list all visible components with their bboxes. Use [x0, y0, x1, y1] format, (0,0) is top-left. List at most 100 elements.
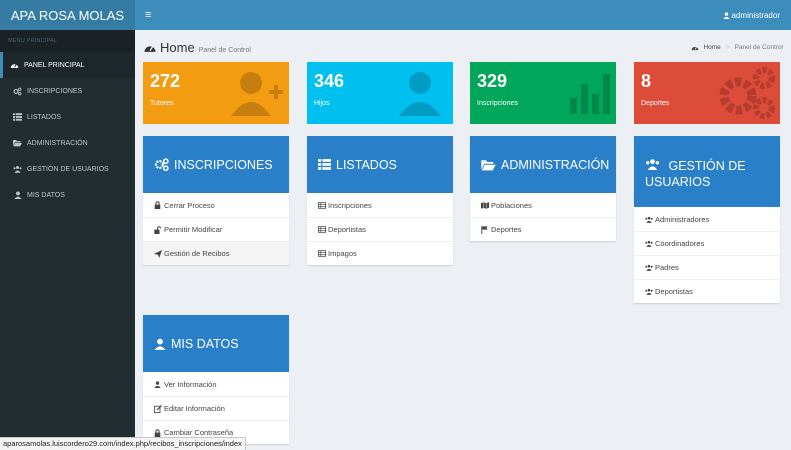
panel-title-line2: USUARIOS: [645, 175, 711, 189]
table-icon: [318, 226, 326, 234]
panel-title: INSCRIPCIONES: [174, 157, 273, 172]
sidebar-item-listados[interactable]: LISTADOS: [0, 104, 135, 130]
panel-gestion-usuarios: GESTIÓN DE USUARIOS Administradores Coor…: [634, 136, 780, 303]
user-icon: [399, 72, 441, 116]
breadcrumb: Home > Panel de Control: [691, 44, 783, 51]
stat-box-hijos[interactable]: 346 Hijos: [307, 62, 453, 124]
menu-item-editar-informacion[interactable]: Editar Información: [143, 396, 289, 420]
user-icon: [13, 191, 22, 200]
sidebar-item-administracion[interactable]: ADMINISTRACIÓN: [0, 130, 135, 156]
panel-header[interactable]: GESTIÓN DE USUARIOS: [634, 136, 780, 207]
menu-item-permitir-modificar[interactable]: Permitir Modificar: [143, 217, 289, 241]
menu-item-cerrar-proceso[interactable]: Cerrar Proceso: [143, 193, 289, 217]
menu-item-deportes[interactable]: Deportes: [470, 217, 616, 241]
panel-list: Inscripciones Deportistas Impagos: [307, 193, 453, 265]
panel-list: Cerrar Proceso Permitir Modificar Gestió…: [143, 193, 289, 265]
flag-icon: [481, 225, 489, 234]
menu-item-listado-impagos[interactable]: Impagos: [307, 241, 453, 265]
menu-item-label: Cambiar Contraseña: [164, 428, 234, 437]
stat-value: 329: [477, 71, 508, 91]
lock-icon: [154, 428, 162, 437]
dashboard-icon: [10, 61, 19, 70]
menu-item-deportistas-usuarios[interactable]: Deportistas: [634, 279, 780, 303]
menu-item-label: Impagos: [328, 249, 357, 258]
panel-header[interactable]: INSCRIPCIONES: [143, 136, 289, 193]
stat-box-deportes[interactable]: 8 Deportes: [634, 62, 780, 124]
panel-list: Ver Información Editar Información Cambi…: [143, 372, 289, 444]
menu-item-listado-deportistas[interactable]: Deportistas: [307, 217, 453, 241]
user-icon: [154, 380, 162, 388]
sidebar-item-label: MIS DATOS: [27, 191, 65, 199]
menu-item-label: Poblaciones: [491, 200, 532, 210]
sidebar-item-inscripciones[interactable]: INSCRIPCIONES: [0, 78, 135, 104]
menu-toggle-icon[interactable]: ≡: [145, 9, 151, 21]
sidebar-item-panel-principal[interactable]: PANEL PRINCIPAL: [0, 52, 135, 78]
menu-item-label: Administradores: [655, 214, 710, 224]
menu-item-label: Permitir Modificar: [164, 225, 223, 234]
user-menu[interactable]: administrador: [722, 11, 780, 20]
sidebar: MENU PRINCIPAL PANEL PRINCIPAL INSCRIPCI…: [0, 30, 135, 450]
panel-mis-datos: MIS DATOS Ver Información Editar Informa…: [143, 315, 289, 444]
panel-header[interactable]: MIS DATOS: [143, 315, 289, 372]
stat-label: Deportes: [641, 100, 670, 107]
app-logo[interactable]: APA ROSA MOLAS: [0, 0, 135, 30]
sidebar-item-label: GESTIÓN DE USUARIOS: [27, 165, 109, 173]
users-icon: [645, 288, 653, 296]
dashboard-icon: [692, 46, 699, 50]
navbar: ≡ administrador: [135, 0, 791, 30]
menu-item-label: Cerrar Proceso: [164, 200, 215, 210]
table-icon: [318, 201, 326, 209]
sidebar-item-label: LISTADOS: [27, 113, 62, 121]
sidebar-item-gestion-usuarios[interactable]: GESTIÓN DE USUARIOS: [0, 156, 135, 182]
user-icon: [154, 338, 166, 350]
stat-value: 8: [641, 71, 652, 91]
send-icon: [154, 249, 162, 258]
users-icon: [645, 158, 660, 170]
menu-item-ver-informacion[interactable]: Ver Información: [143, 372, 289, 396]
stat-label: Tutores: [150, 100, 174, 107]
menu-item-label: Deportistas: [655, 287, 693, 296]
users-icon: [645, 240, 653, 248]
panel-title: LISTADOS: [336, 157, 397, 172]
lock-icon: [154, 201, 162, 209]
panel-header[interactable]: LISTADOS: [307, 136, 453, 193]
panel-listados: LISTADOS Inscripciones Deportistas Impag…: [307, 136, 453, 265]
menu-item-gestion-recibos[interactable]: Gestión de Recibos: [143, 241, 289, 265]
list-icon: [318, 159, 331, 170]
menu-item-label: Inscripciones: [328, 200, 372, 210]
panel-header[interactable]: ADMINISTRACIÓN: [470, 136, 616, 193]
sidebar-item-label: INSCRIPCIONES: [27, 87, 83, 95]
map-icon: [481, 201, 489, 209]
stat-value: 272: [150, 71, 181, 91]
stat-label: Hijos: [314, 100, 330, 107]
menu-item-label: Padres: [655, 263, 679, 272]
cogs-icon: [154, 158, 169, 171]
bar-chart-icon: [570, 74, 610, 114]
breadcrumb-home-link[interactable]: Home: [703, 44, 720, 51]
menu-item-label: Deportistas: [328, 225, 366, 234]
dashboard-icon: [144, 45, 156, 52]
menu-item-padres[interactable]: Padres: [634, 255, 780, 279]
menu-item-listado-inscripciones[interactable]: Inscripciones: [307, 193, 453, 217]
edit-icon: [154, 404, 162, 413]
menu-item-label: Editar Información: [164, 404, 225, 413]
menu-item-label: Ver Información: [164, 379, 217, 389]
menu-item-administradores[interactable]: Administradores: [634, 207, 780, 231]
gears-icon: [719, 67, 775, 119]
sidebar-item-mis-datos[interactable]: MIS DATOS: [0, 182, 135, 208]
unlock-icon: [154, 225, 162, 234]
menu-item-coordinadores[interactable]: Coordinadores: [634, 231, 780, 255]
stat-box-inscripciones[interactable]: 329 Inscripciones: [470, 62, 616, 124]
panel-title: ADMINISTRACIÓN: [501, 157, 610, 172]
page-title: Home: [160, 39, 195, 55]
stat-label: Inscripciones: [477, 100, 518, 107]
user-plus-icon: [231, 72, 283, 116]
folder-open-icon: [481, 159, 496, 171]
users-icon: [13, 165, 22, 174]
stat-value: 346: [314, 71, 345, 91]
stat-box-tutores[interactable]: 272 Tutores: [143, 62, 289, 124]
menu-item-label: Gestión de Recibos: [164, 249, 230, 258]
sidebar-item-label: ADMINISTRACIÓN: [27, 139, 88, 147]
panel-inscripciones: INSCRIPCIONES Cerrar Proceso Permitir Mo…: [143, 136, 289, 265]
menu-item-poblaciones[interactable]: Poblaciones: [470, 193, 616, 217]
